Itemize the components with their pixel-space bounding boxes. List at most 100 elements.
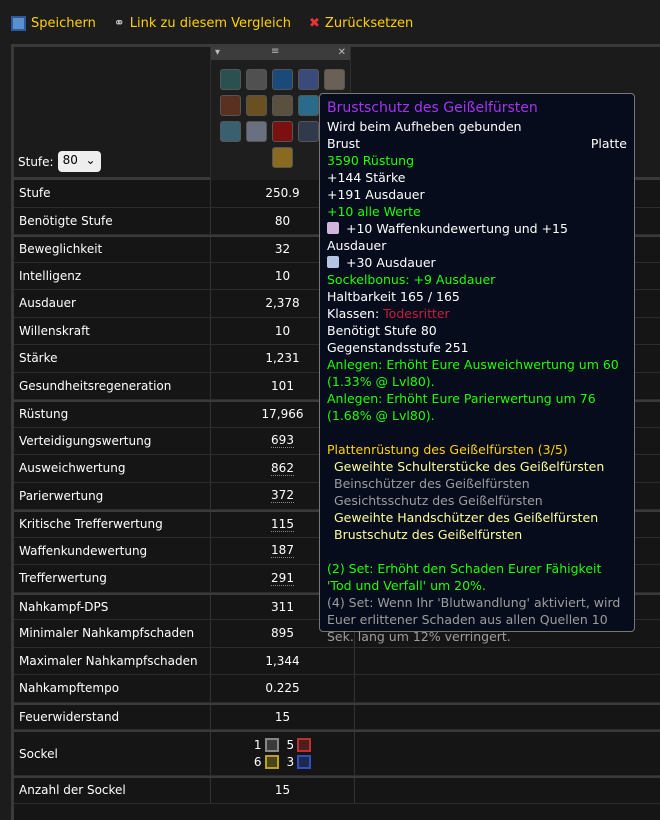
- stat-value-text: 693: [271, 433, 294, 449]
- stat-label: Stärke: [14, 345, 211, 372]
- equipment-slot[interactable]: [272, 147, 293, 168]
- stat-value-text: 115: [271, 516, 294, 532]
- stat-value-text: 15: [274, 709, 291, 724]
- stat-value-text: 32: [274, 242, 291, 257]
- item-type: Platte: [590, 136, 627, 151]
- socket-icon: [264, 738, 279, 752]
- stat-label: Feuerwiderstand: [14, 704, 211, 729]
- stat-value-text: 311: [271, 599, 294, 614]
- drag-handle-icon[interactable]: ≡: [271, 46, 279, 57]
- stat-value-text: 10: [274, 268, 291, 283]
- equip-effect: Anlegen: Erhöht Eure Parierwertung um 76…: [327, 391, 596, 423]
- stat-label: Intelligenz: [14, 262, 211, 289]
- classes-label: Klassen:: [327, 306, 384, 321]
- stat-label: Nahkampf-DPS: [14, 594, 211, 619]
- equipment-slot[interactable]: [298, 95, 319, 116]
- set-item[interactable]: Brustschutz des Geißelfürsten: [334, 526, 627, 543]
- equipment-slot[interactable]: [272, 121, 293, 142]
- bind-text: Wird beim Aufheben gebunden: [327, 119, 522, 134]
- item-tooltip: Brustschutz des Geißelfürsten Wird beim …: [319, 93, 635, 644]
- equipment-slot[interactable]: [220, 69, 241, 90]
- set-bonus-4: (4) Set: Wenn Ihr 'Blutwandlung' aktivie…: [327, 595, 621, 644]
- stat-label: Sockel: [14, 732, 211, 775]
- stat-value-text: 15: [274, 783, 291, 798]
- stat-label: Rüstung: [14, 402, 211, 427]
- stat-row: Maximaler Nahkampfschaden 1,344: [14, 647, 660, 675]
- level-label: Stufe:: [18, 154, 54, 169]
- stat-label: Nahkampftempo: [14, 675, 211, 702]
- set-item[interactable]: Beinschützer des Geißelfürsten: [334, 475, 627, 492]
- stat-label: Maximaler Nahkampfschaden: [14, 647, 211, 674]
- link-button[interactable]: ⚭ Link zu diesem Vergleich: [114, 16, 291, 31]
- stat-label: Kritische Trefferwertung: [14, 512, 211, 537]
- stat-label: Willenskraft: [14, 317, 211, 344]
- toolbar: Speichern ⚭ Link zu diesem Vergleich ✖ Zur…: [11, 16, 413, 31]
- socket-entry: 6: [254, 755, 279, 769]
- item-level: Gegenstandsstufe 251: [327, 340, 469, 355]
- equipment-slot[interactable]: [246, 95, 267, 116]
- socket-count: 5: [286, 738, 295, 752]
- stat-label: Gesundheitsregeneration: [14, 372, 211, 399]
- equipment-slot[interactable]: [298, 121, 319, 142]
- save-button[interactable]: Speichern: [11, 16, 96, 31]
- socket-count: 3: [286, 755, 295, 769]
- panel-titlebar[interactable]: ▾ ≡ ✕: [211, 46, 350, 60]
- stat-all: +10 alle Werte: [327, 204, 421, 219]
- stat-label: Beweglichkeit: [14, 237, 211, 262]
- chevron-down-icon: ⌄: [85, 153, 96, 167]
- gem-icon: [327, 256, 339, 268]
- stat-value-text: 291: [271, 570, 294, 586]
- item-name: Brustschutz des Geißelfürsten: [327, 100, 538, 116]
- set-item[interactable]: Gesichtsschutz des Geißelfürsten: [334, 492, 627, 509]
- stat-label: Stufe: [14, 180, 211, 207]
- equipment-slot[interactable]: [272, 95, 293, 116]
- equipment-slot[interactable]: [324, 69, 345, 90]
- stat-label: Benötigte Stufe: [14, 207, 211, 234]
- durability: Haltbarkeit 165 / 165: [327, 289, 460, 304]
- stat-value-text: 372: [271, 488, 294, 504]
- stat-value: 15: [211, 778, 355, 803]
- close-icon[interactable]: ✕: [338, 47, 346, 58]
- socket-icon: [297, 738, 312, 752]
- gem2: +30 Ausdauer: [346, 255, 436, 270]
- stat-value-text: 187: [271, 543, 294, 559]
- socket-icon: [297, 755, 312, 769]
- stat-value: 0.225: [211, 675, 355, 702]
- stat-value-text: 2,378: [265, 296, 300, 311]
- floppy-disk-icon: [11, 16, 26, 31]
- equipment-slot[interactable]: [246, 121, 267, 142]
- collapse-icon[interactable]: ▾: [215, 47, 220, 58]
- classes[interactable]: Todesritter: [383, 306, 450, 321]
- stat-label: Ausweichwertung: [14, 455, 211, 482]
- stat-value-text: 10: [274, 323, 291, 338]
- equipment-slot[interactable]: [220, 121, 241, 142]
- socket-bonus: Sockelbonus: +9 Ausdauer: [327, 272, 496, 287]
- equipment-slot[interactable]: [298, 69, 319, 90]
- gem-icon: [327, 222, 339, 234]
- stat-row: Nahkampftempo 0.225: [14, 675, 660, 703]
- gem1: +10 Waffenkundewertung und +15 Ausdauer: [327, 221, 568, 253]
- equip-effect: Anlegen: Erhöht Eure Ausweichwertung um …: [327, 357, 619, 389]
- stat-value: 15: [211, 704, 355, 729]
- set-item[interactable]: Geweihte Schulterstücke des Geißelfürste…: [334, 458, 627, 475]
- stat-value-text: 17,966: [261, 407, 304, 422]
- stat-value-text: 80: [274, 213, 291, 228]
- equipment-slot[interactable]: [272, 69, 293, 90]
- stat-label: Anzahl der Sockel: [14, 778, 211, 803]
- stat-value-text: 101: [271, 378, 294, 393]
- required-level: Benötigt Stufe 80: [327, 323, 437, 338]
- stat-value: 1,344: [211, 647, 355, 674]
- set-item[interactable]: Geweihte Handschützer des Geißelfürsten: [334, 509, 627, 526]
- equipment-slot[interactable]: [246, 69, 267, 90]
- socket-entry: 1: [254, 738, 279, 752]
- stat-value-text: 895: [271, 626, 294, 641]
- level-select[interactable]: 80 ⌄: [57, 151, 101, 172]
- socket-entry: 3: [287, 755, 312, 769]
- socket-count: 1: [253, 738, 262, 752]
- sockets-row: Sockel 1 5 6 3: [14, 730, 660, 776]
- stat-label: Parierwertung: [14, 482, 211, 509]
- equipment-slot[interactable]: [220, 95, 241, 116]
- set-name[interactable]: Plattenrüstung des Geißelfürsten (3/5): [327, 441, 627, 458]
- level-selector: Stufe: 80 ⌄: [18, 151, 101, 172]
- reset-button[interactable]: ✖ Zurücksetzen: [309, 16, 413, 31]
